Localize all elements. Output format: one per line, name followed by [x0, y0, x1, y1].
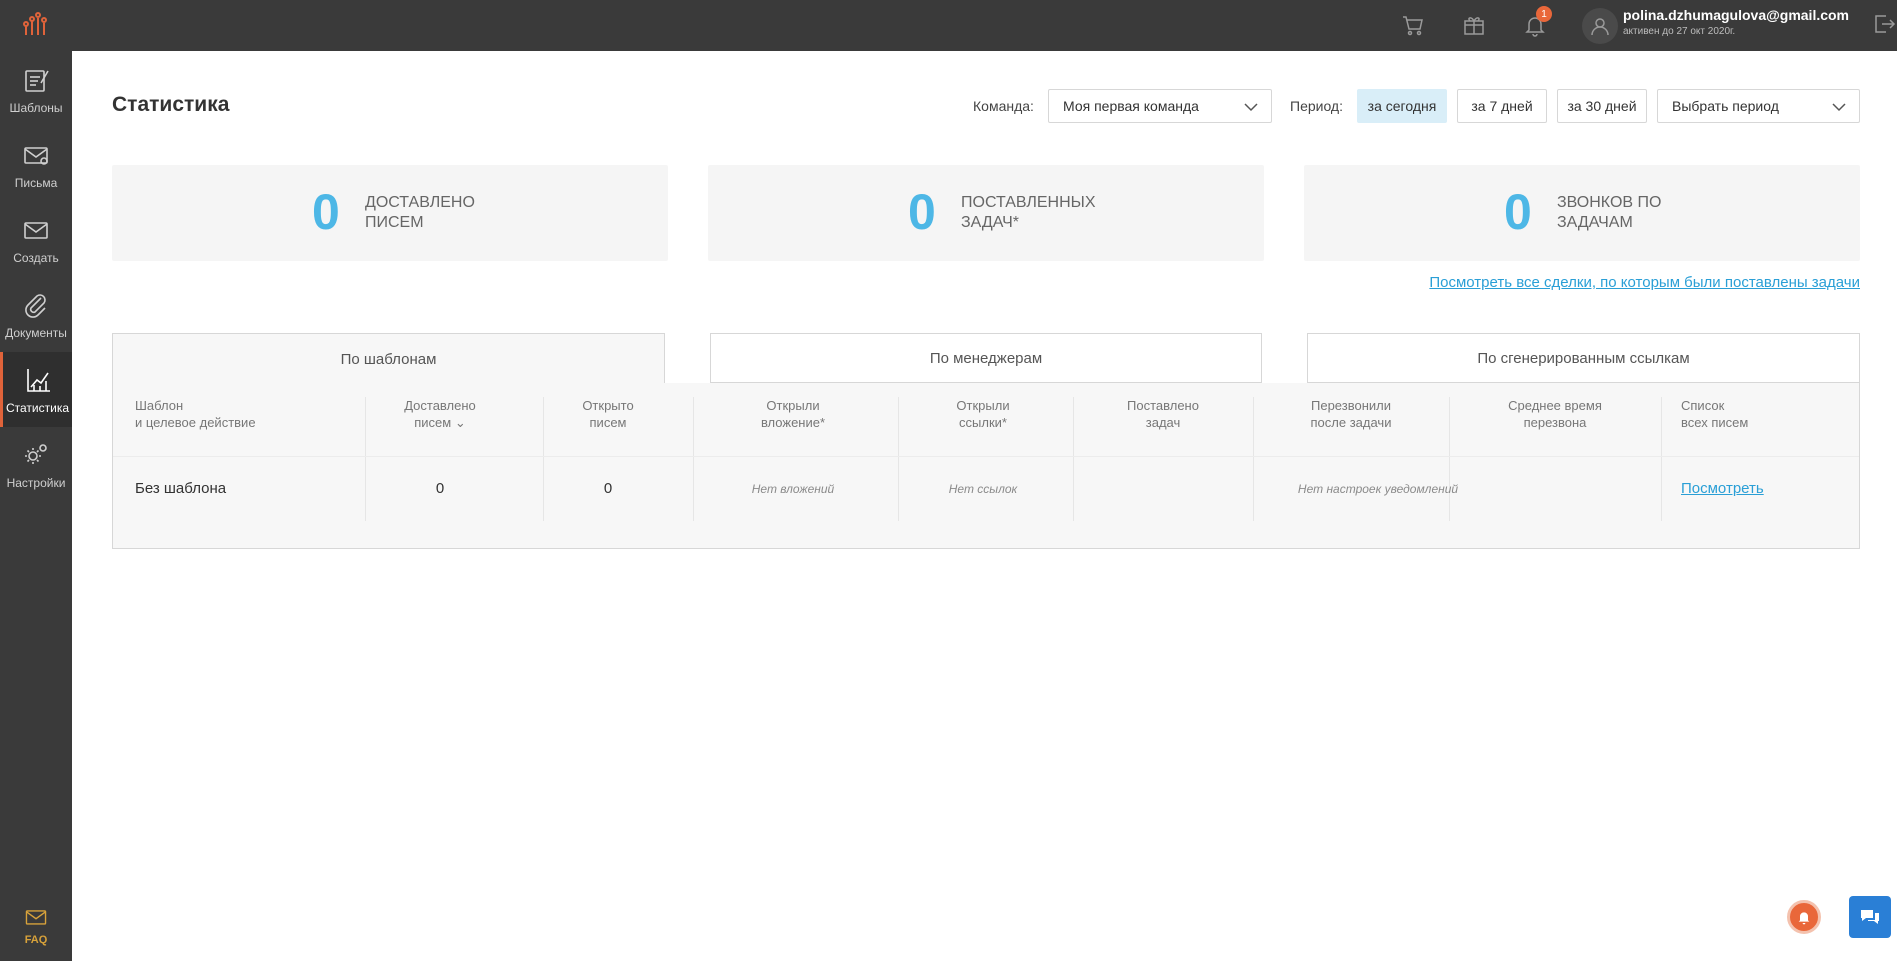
page-title: Статистика — [112, 93, 230, 116]
user-icon — [1591, 18, 1609, 36]
user-email[interactable]: polina.dzhumagulova@gmail.com — [1623, 7, 1849, 23]
chevron-down-icon — [1832, 103, 1846, 112]
app-logo[interactable] — [0, 0, 72, 48]
column-divider — [543, 397, 544, 521]
logout-button[interactable] — [1872, 12, 1896, 36]
sidebar-item-faq[interactable]: FAQ — [0, 893, 72, 957]
letters-icon — [24, 146, 48, 165]
bell-icon — [1798, 912, 1810, 925]
stats-table: Шаблон и целевое действие Доставлено писе… — [112, 383, 1860, 549]
header-opened: Открыто писем — [582, 398, 634, 430]
sidebar-item-label: Письма — [14, 175, 58, 190]
period-today-button[interactable]: за сегодня — [1357, 89, 1447, 123]
sidebar-item-label: Настройки — [6, 475, 66, 490]
column-divider — [1661, 397, 1662, 521]
topbar: 1 polina.dzhumagulova@gmail.com активен … — [72, 0, 1897, 51]
cell-attachments: Нет вложений — [751, 482, 835, 496]
header-called-back: Перезвонили после задачи — [1310, 398, 1392, 430]
header-template: Шаблон и целевое действие — [135, 398, 256, 430]
column-divider — [1073, 397, 1074, 521]
stat-card-calls: 0 звонков по задачам — [1304, 165, 1860, 261]
sidebar-item-letters[interactable]: Письма — [0, 127, 72, 202]
column-divider — [693, 397, 694, 521]
sidebar: Шаблоны Письма Создать Документы Статист… — [0, 0, 72, 961]
cell-notifications: Нет настроек уведомлений — [1297, 482, 1459, 496]
paperclip-icon — [25, 293, 46, 318]
stat-card-delivered: 0 доставлено писем — [112, 165, 668, 261]
chat-button[interactable] — [1849, 896, 1891, 938]
stat-label: звонков по задачам — [1557, 194, 1662, 231]
row-divider — [113, 456, 1859, 457]
header-all-letters: Список всех писем — [1681, 398, 1749, 430]
cart-button[interactable] — [1398, 10, 1428, 40]
notifications-button[interactable]: 1 — [1520, 6, 1552, 40]
header-links: Открыли ссылки* — [956, 398, 1010, 430]
stat-value: 0 — [1504, 184, 1532, 240]
column-divider — [898, 397, 899, 521]
faq-label: FAQ — [24, 934, 48, 946]
header-attachments: Открыли вложение* — [760, 398, 826, 430]
notification-badge: 1 — [1536, 6, 1552, 22]
tab-by-generated-links[interactable]: По сгенерированным ссылкам — [1307, 333, 1860, 383]
view-letters-link[interactable]: Посмотреть — [1681, 480, 1764, 497]
header-avg-callback: Среднее время перезвона — [1508, 398, 1602, 430]
sidebar-item-settings[interactable]: Настройки — [0, 427, 72, 502]
team-label: Команда: — [973, 98, 1034, 114]
sidebar-item-label: Шаблоны — [9, 100, 63, 115]
templates-icon — [25, 69, 49, 92]
all-deals-link[interactable]: Посмотреть все сделки, по которым были п… — [1429, 274, 1860, 291]
column-divider — [365, 397, 366, 521]
tab-by-managers[interactable]: По менеджерам — [710, 333, 1262, 383]
header-tasks: Поставлено задач — [1127, 398, 1199, 430]
logout-icon — [1875, 15, 1896, 33]
tab-by-templates[interactable]: По шаблонам — [112, 333, 665, 384]
custom-period-value: Выбрать период — [1672, 98, 1779, 114]
sidebar-item-label: Документы — [5, 325, 67, 340]
cell-template-name: Без шаблона — [135, 480, 227, 497]
custom-period-select[interactable]: Выбрать период — [1657, 89, 1860, 123]
sort-chevron-icon: ⌄ — [454, 415, 466, 430]
stat-value: 0 — [312, 184, 340, 240]
user-status: активен до 27 окт 2020г. — [1623, 26, 1736, 37]
logo-icon — [23, 12, 47, 35]
column-divider — [1449, 397, 1450, 521]
cart-icon — [1403, 16, 1423, 36]
faq-mail-icon — [25, 910, 47, 925]
sidebar-item-create[interactable]: Создать — [0, 202, 72, 277]
gift-button[interactable] — [1459, 10, 1489, 40]
cell-opened: 0 — [603, 480, 613, 497]
sidebar-item-documents[interactable]: Документы — [0, 277, 72, 352]
stat-value: 0 — [908, 184, 936, 240]
period-label: Период: — [1290, 98, 1343, 114]
sidebar-item-templates[interactable]: Шаблоны — [0, 52, 72, 127]
period-30-days-button[interactable]: за 30 дней — [1557, 89, 1647, 123]
stat-card-tasks: 0 поставленных задач* — [708, 165, 1264, 261]
team-select-value: Моя первая команда — [1063, 98, 1199, 114]
stat-label: доставлено писем — [365, 194, 475, 231]
sidebar-item-label: Создать — [13, 250, 59, 265]
chat-icon — [1861, 910, 1879, 924]
header-delivered[interactable]: Доставлено писем ⌄ — [365, 397, 515, 431]
gift-icon — [1464, 17, 1484, 35]
cell-delivered: 0 — [435, 480, 445, 497]
stat-label: поставленных задач* — [961, 194, 1096, 231]
cell-links: Нет ссылок — [948, 482, 1018, 496]
team-select[interactable]: Моя первая команда — [1048, 89, 1272, 123]
period-7-days-button[interactable]: за 7 дней — [1457, 89, 1547, 123]
sidebar-item-statistics[interactable]: Статистика — [0, 352, 72, 427]
gear-icon — [25, 443, 47, 464]
column-divider — [1253, 397, 1254, 521]
avatar[interactable] — [1582, 8, 1618, 44]
chart-icon — [26, 368, 50, 392]
sidebar-item-label: Статистика — [5, 400, 70, 415]
create-icon — [24, 221, 48, 239]
chevron-down-icon — [1244, 103, 1258, 112]
notification-fab-button[interactable] — [1787, 900, 1821, 934]
